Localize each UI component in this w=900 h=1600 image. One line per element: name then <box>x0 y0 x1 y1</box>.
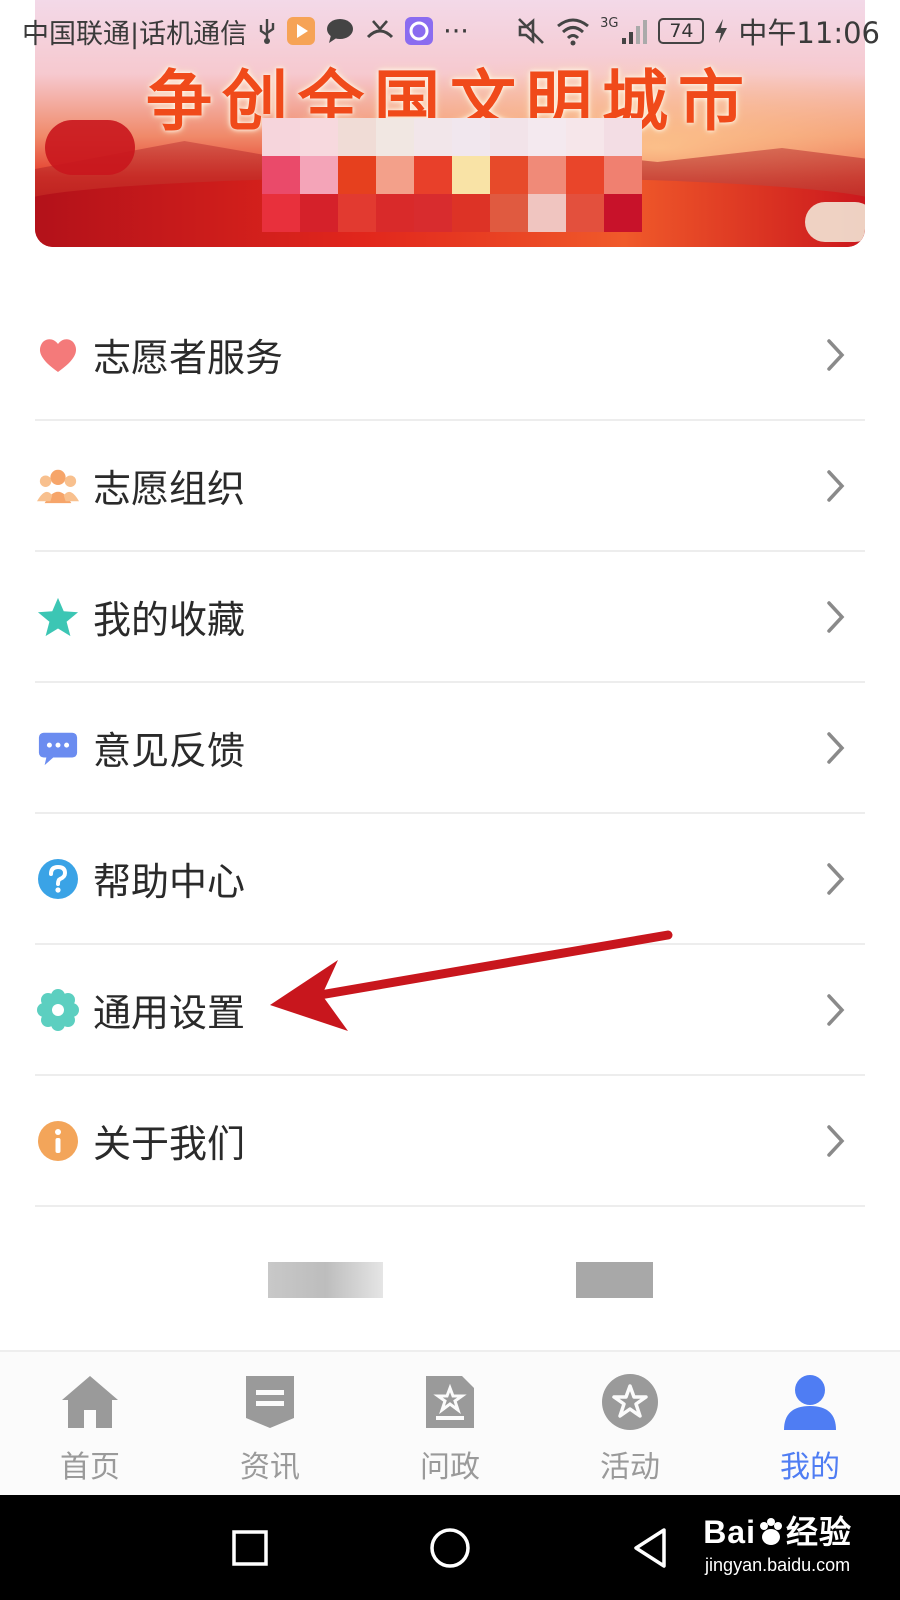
clock: 中午11:06 <box>738 16 880 50</box>
watermark-brand-suffix: 经验 <box>785 1514 852 1550</box>
tab-news[interactable]: 资讯 <box>180 1352 360 1495</box>
chevron-right-icon <box>827 600 845 633</box>
menu-label: 志愿者服务 <box>93 336 284 380</box>
more-notifications: ··· <box>443 15 469 47</box>
status-bar: 中国联通|话机通信 ··· 3G 74 中午11:06 <box>0 0 900 62</box>
chevron-right-icon <box>827 1124 845 1157</box>
video-app-icon <box>287 17 316 45</box>
paw-icon <box>759 1518 782 1545</box>
tab-activity[interactable]: 活动 <box>540 1352 720 1495</box>
activity-icon <box>598 1370 662 1434</box>
menu-item-feedback[interactable]: 意见反馈 <box>35 683 865 814</box>
info-icon <box>37 1120 79 1162</box>
inquiry-icon <box>418 1370 482 1434</box>
home-icon <box>58 1370 122 1434</box>
bottom-tab-bar: 首页 资讯 问政 活动 我的 <box>0 1350 900 1495</box>
tab-label: 资讯 <box>240 1450 300 1485</box>
chat-icon <box>37 727 79 769</box>
menu-item-my-favorites[interactable]: 我的收藏 <box>35 552 865 683</box>
redacted-footer-text <box>268 1262 698 1298</box>
network-type: 3G <box>600 16 619 31</box>
menu-label: 意见反馈 <box>93 729 246 773</box>
pixelated-redaction <box>262 118 642 232</box>
menu-label: 通用设置 <box>93 991 246 1035</box>
profile-icon <box>778 1370 842 1434</box>
baidu-jingyan-watermark: Bai 经验 jingyan.baidu.com <box>703 1507 852 1576</box>
home-button[interactable] <box>425 1523 475 1573</box>
menu-label: 帮助中心 <box>93 860 246 904</box>
watermark-brand: Bai 经验 <box>703 1507 852 1553</box>
tab-label: 我的 <box>780 1450 840 1485</box>
chevron-right-icon <box>827 862 845 895</box>
back-triangle-icon <box>634 1528 666 1568</box>
gear-icon <box>37 988 79 1031</box>
charging-icon <box>714 18 728 44</box>
missed-call-icon <box>365 17 395 45</box>
menu-item-volunteer-service[interactable]: 志愿者服务 <box>35 290 865 421</box>
cellular-signal-icon: 3G <box>600 16 648 46</box>
recents-button[interactable] <box>225 1523 275 1573</box>
menu-label: 我的收藏 <box>93 598 246 642</box>
mute-icon <box>516 16 546 46</box>
wifi-icon <box>556 16 590 46</box>
banner-cloud-right <box>805 202 865 242</box>
menu-label: 关于我们 <box>93 1122 246 1166</box>
star-icon <box>37 596 79 638</box>
chevron-right-icon <box>827 731 845 764</box>
menu-label: 志愿组织 <box>93 467 246 511</box>
tab-label: 首页 <box>60 1450 120 1485</box>
tab-home[interactable]: 首页 <box>0 1352 180 1495</box>
annotation-arrow <box>270 930 673 1031</box>
carrier-text: 中国联通|话机通信 <box>22 18 248 50</box>
heart-icon <box>37 334 79 376</box>
menu-item-about-us[interactable]: 关于我们 <box>35 1076 865 1207</box>
chevron-right-icon <box>827 338 845 371</box>
square-icon <box>232 1530 268 1566</box>
system-navigation-bar: Bai 经验 jingyan.baidu.com <box>0 1495 900 1600</box>
chevron-right-icon <box>827 469 845 502</box>
question-icon <box>37 858 79 900</box>
tab-inquiry[interactable]: 问政 <box>360 1352 540 1495</box>
menu-item-volunteer-organization[interactable]: 志愿组织 <box>35 421 865 552</box>
redaction-block <box>576 1262 653 1298</box>
tab-label: 活动 <box>600 1450 660 1485</box>
tab-label: 问政 <box>420 1450 480 1485</box>
watermark-brand-text: Bai <box>703 1514 756 1550</box>
menu-list: 志愿者服务 志愿组织 我的收藏 意见反馈 帮助中心 通用设置 关于我们 <box>35 290 865 1207</box>
usb-icon <box>257 17 277 45</box>
message-icon <box>325 17 355 45</box>
people-icon <box>37 465 79 507</box>
status-bar-right: 3G 74 中午11:06 <box>516 12 880 50</box>
status-bar-left: 中国联通|话机通信 ··· <box>22 12 469 50</box>
back-button[interactable] <box>625 1523 675 1573</box>
circle-icon <box>430 1528 470 1568</box>
browser-app-icon <box>405 17 434 45</box>
chevron-right-icon <box>827 993 845 1026</box>
news-icon <box>238 1370 302 1434</box>
battery-level: 74 <box>658 18 705 44</box>
watermark-url: jingyan.baidu.com <box>705 1555 851 1575</box>
tab-profile[interactable]: 我的 <box>720 1352 900 1495</box>
redaction-block <box>268 1262 383 1298</box>
